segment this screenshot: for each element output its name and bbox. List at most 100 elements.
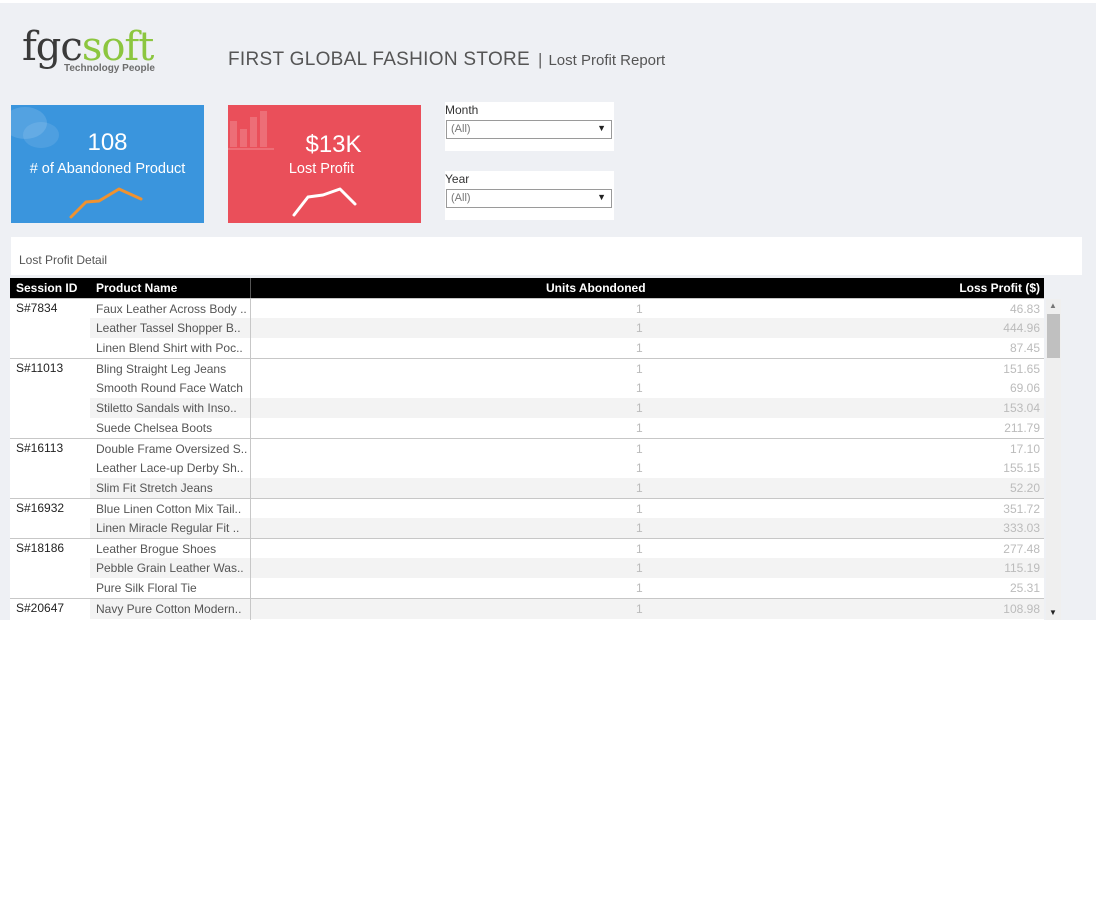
lost-profit-table: Session ID Product Name Units Abondoned … (10, 278, 1044, 620)
cell-units: 1 (636, 362, 643, 376)
table-row[interactable]: Pebble Grain Leather Was.. 1 115.19 (10, 558, 1044, 578)
cell-loss-profit: 277.48 (1003, 542, 1040, 556)
table-row[interactable]: Stiletto Sandals with Inso.. 1 153.04 (10, 398, 1044, 418)
lost-profit-detail-header: Lost Profit Detail (11, 237, 1082, 275)
cell-units: 1 (636, 302, 643, 316)
table-row[interactable]: Leather Tassel Shopper B.. 1 444.96 (10, 318, 1044, 338)
cell-loss-profit: 69.06 (1009, 381, 1040, 395)
store-title: FIRST GLOBAL FASHION STORE (228, 49, 531, 70)
cell-units: 1 (636, 442, 643, 456)
cell-product-name: Smooth Round Face Watch (96, 381, 243, 395)
table-row[interactable]: S#16932 Blue Linen Cotton Mix Tail.. 1 351.… (10, 498, 1044, 518)
table-scrollbar[interactable]: ▲ ▼ (1046, 299, 1061, 620)
logo-tagline: Technology People (64, 63, 155, 74)
header-session-id[interactable]: Session ID (16, 281, 77, 295)
lost-profit-sparkline-icon (292, 187, 357, 217)
scroll-up-icon[interactable]: ▲ (1049, 301, 1057, 310)
table-row[interactable]: Linen Miracle Regular Fit .. 1 333.03 (10, 518, 1044, 538)
cell-loss-profit: 87.45 (1009, 341, 1040, 355)
cell-units: 1 (636, 321, 643, 335)
table-row[interactable]: S#18186 Leather Brogue Shoes 1 277.48 (10, 538, 1044, 558)
cell-product-name: Navy Pure Cotton Modern.. (96, 602, 242, 616)
fgcsoft-logo: fgcsoft Technology People (22, 23, 172, 83)
table-row[interactable]: S#20647 Navy Pure Cotton Modern.. 1 108.98 (10, 598, 1044, 619)
table-header: Session ID Product Name Units Abondoned … (10, 278, 1044, 298)
cell-session-id: S#16113 (16, 441, 64, 455)
year-filter-label: Year (445, 172, 470, 186)
table-row[interactable]: S#7834 Faux Leather Across Body .. 1 46.83 (10, 298, 1044, 318)
cell-session-id: S#18186 (16, 541, 65, 555)
cell-loss-profit: 351.72 (1003, 502, 1040, 516)
cell-loss-profit: 444.96 (1003, 321, 1040, 335)
header-loss-profit[interactable]: Loss Profit ($) (959, 281, 1040, 295)
table-row[interactable]: S#16113 Double Frame Oversized S.. 1 17.10 (10, 438, 1044, 458)
cell-units: 1 (636, 381, 643, 395)
kpi-lost-profit[interactable]: $13K Lost Profit (228, 105, 421, 223)
cell-product-name: Leather Brogue Shoes (96, 542, 217, 556)
scrollbar-thumb[interactable] (1047, 314, 1060, 358)
cell-loss-profit: 115.19 (1004, 561, 1040, 575)
cell-product-name: Double Frame Oversized S.. (96, 442, 248, 456)
cell-loss-profit: 17.10 (1009, 442, 1040, 456)
cell-units: 1 (636, 581, 643, 595)
table-row[interactable]: Leather Lace-up Derby Sh.. 1 155.15 (10, 458, 1044, 478)
cell-units: 1 (636, 521, 643, 535)
table-row[interactable]: S#11013 Bling Straight Leg Jeans 1 151.65 (10, 358, 1044, 378)
title-separator: | (538, 50, 543, 69)
chevron-down-icon: ▼ (597, 123, 606, 133)
cell-units: 1 (636, 421, 643, 435)
cell-product-name: Slim Fit Stretch Jeans (96, 481, 213, 495)
cell-loss-profit: 46.83 (1009, 302, 1040, 316)
table-row[interactable]: Slim Fit Stretch Jeans 1 52.20 (10, 478, 1044, 498)
cell-loss-profit: 25.31 (1009, 581, 1040, 595)
cell-units: 1 (636, 481, 643, 495)
cell-product-name: Suede Chelsea Boots (96, 421, 213, 435)
cell-session-id: S#20647 (16, 601, 65, 615)
cell-session-id: S#7834 (16, 301, 58, 315)
chevron-down-icon: ▼ (597, 192, 606, 202)
cell-units: 1 (636, 542, 643, 556)
cell-product-name: Bling Straight Leg Jeans (96, 362, 227, 376)
cell-loss-profit: 211.79 (1004, 421, 1040, 435)
cell-product-name: Pebble Grain Leather Was.. (96, 561, 244, 575)
cell-units: 1 (636, 341, 643, 355)
table-row[interactable]: Linen Blend Shirt with Poc.. 1 87.45 (10, 338, 1044, 358)
column-divider (250, 298, 251, 620)
table-row[interactable]: Suede Chelsea Boots 1 211.79 (10, 418, 1044, 438)
month-dropdown-value: (All) (451, 123, 471, 135)
abandoned-sparkline-icon (69, 187, 143, 219)
cell-loss-profit: 108.98 (1003, 602, 1040, 616)
cell-units: 1 (636, 502, 643, 516)
table-row[interactable]: Smooth Round Face Watch 1 69.06 (10, 378, 1044, 398)
cell-product-name: Blue Linen Cotton Mix Tail.. (96, 502, 242, 516)
year-filter: Year (All) ▼ (445, 171, 614, 220)
cell-loss-profit: 153.04 (1003, 401, 1040, 415)
report-header: FIRST GLOBAL FASHION STORE | Lost Profit R… (228, 49, 665, 71)
section-title: Lost Profit Detail (19, 253, 108, 267)
cell-product-name: Leather Lace-up Derby Sh.. (96, 461, 244, 475)
cell-product-name: Leather Tassel Shopper B.. (96, 321, 241, 335)
year-dropdown[interactable]: (All) ▼ (446, 189, 612, 208)
kpi-abandoned-product[interactable]: 108 # of Abandoned Product (11, 105, 204, 223)
cell-units: 1 (636, 401, 643, 415)
scroll-down-icon[interactable]: ▼ (1049, 608, 1057, 617)
cell-loss-profit: 52.20 (1009, 481, 1040, 495)
table-row[interactable]: Pure Silk Floral Tie 1 25.31 (10, 578, 1044, 598)
header-divider (250, 278, 251, 298)
month-filter-label: Month (445, 103, 479, 117)
cell-loss-profit: 155.15 (1003, 461, 1040, 475)
header-units-abandoned[interactable]: Units Abondoned (546, 281, 646, 295)
cell-loss-profit: 151.65 (1003, 362, 1040, 376)
cell-product-name: Linen Miracle Regular Fit .. (96, 521, 240, 535)
cell-product-name: Linen Blend Shirt with Poc.. (96, 341, 243, 355)
cell-units: 1 (636, 461, 643, 475)
cell-product-name: Faux Leather Across Body .. (96, 302, 247, 316)
month-dropdown[interactable]: (All) ▼ (446, 120, 612, 139)
cell-session-id: S#16932 (16, 501, 65, 515)
cell-product-name: Stiletto Sandals with Inso.. (96, 401, 237, 415)
month-filter: Month (All) ▼ (445, 102, 614, 151)
cell-loss-profit: 333.03 (1003, 521, 1040, 535)
cell-product-name: Pure Silk Floral Tie (96, 581, 197, 595)
header-product-name[interactable]: Product Name (96, 281, 177, 295)
cell-session-id: S#11013 (16, 361, 64, 375)
